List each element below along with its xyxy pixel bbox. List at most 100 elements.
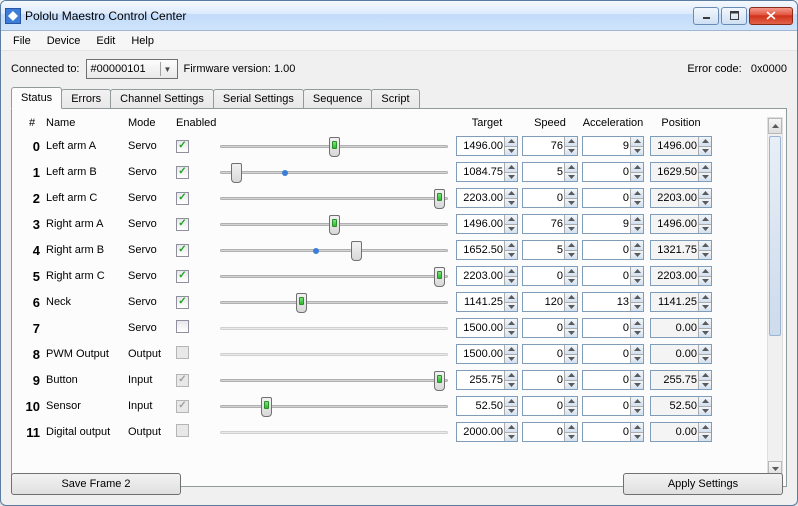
position-spinner[interactable]: 1496.00 (650, 136, 712, 156)
speed-spinner[interactable]: 76 (522, 136, 578, 156)
speed-spinner[interactable]: 5 (522, 162, 578, 182)
target-slider[interactable] (220, 160, 448, 184)
speed-spinner[interactable]: 0 (522, 422, 578, 442)
target-spinner[interactable]: 52.50 (456, 396, 518, 416)
target-spinner[interactable]: 1652.50 (456, 240, 518, 260)
speed-spinner[interactable]: 0 (522, 344, 578, 364)
enabled-checkbox[interactable] (176, 244, 189, 257)
tab-channel-settings[interactable]: Channel Settings (110, 89, 214, 108)
speed-spinner[interactable]: 76 (522, 214, 578, 234)
position-spinner[interactable]: 2203.00 (650, 188, 712, 208)
enabled-checkbox[interactable] (176, 166, 189, 179)
position-spinner[interactable]: 0.00 (650, 344, 712, 364)
tab-errors[interactable]: Errors (61, 89, 111, 108)
close-button[interactable] (749, 7, 793, 25)
tab-status[interactable]: Status (11, 87, 62, 109)
device-select-value: #00000101 (91, 63, 146, 75)
accel-spinner[interactable]: 0 (582, 240, 644, 260)
menu-edit[interactable]: Edit (88, 33, 123, 49)
device-select[interactable]: #00000101 ▼ (86, 59, 178, 79)
speed-spinner[interactable]: 0 (522, 188, 578, 208)
accel-spinner[interactable]: 0 (582, 318, 644, 338)
slider-thumb[interactable] (329, 215, 340, 235)
position-spinner[interactable]: 0.00 (650, 422, 712, 442)
minimize-button[interactable] (693, 7, 719, 25)
tab-serial-settings[interactable]: Serial Settings (213, 89, 304, 108)
header-accel: Acceleration (580, 117, 646, 129)
accel-spinner[interactable]: 0 (582, 162, 644, 182)
slider-thumb[interactable] (296, 293, 307, 313)
target-slider[interactable] (220, 186, 448, 210)
target-spinner[interactable]: 1496.00 (456, 214, 518, 234)
accel-spinner[interactable]: 0 (582, 266, 644, 286)
accel-spinner[interactable]: 0 (582, 188, 644, 208)
accel-spinner[interactable]: 0 (582, 370, 644, 390)
slider-thumb[interactable] (434, 267, 445, 287)
tab-sequence[interactable]: Sequence (303, 89, 373, 108)
target-spinner[interactable]: 2203.00 (456, 266, 518, 286)
speed-spinner[interactable]: 0 (522, 370, 578, 390)
position-spinner[interactable]: 1629.50 (650, 162, 712, 182)
target-spinner[interactable]: 255.75 (456, 370, 518, 390)
slider-thumb[interactable] (351, 241, 362, 261)
target-slider[interactable] (220, 212, 448, 236)
enabled-checkbox[interactable] (176, 270, 189, 283)
speed-spinner[interactable]: 0 (522, 266, 578, 286)
target-spinner[interactable]: 1141.25 (456, 292, 518, 312)
enabled-checkbox[interactable] (176, 140, 189, 153)
target-spinner[interactable]: 2000.00 (456, 422, 518, 442)
accel-spinner[interactable]: 9 (582, 214, 644, 234)
app-window: Pololu Maestro Control Center File Devic… (0, 0, 798, 506)
slider-thumb[interactable] (261, 397, 272, 417)
enabled-checkbox[interactable] (176, 192, 189, 205)
target-spinner[interactable]: 2203.00 (456, 188, 518, 208)
scroll-thumb[interactable] (769, 136, 781, 336)
position-spinner[interactable]: 255.75 (650, 370, 712, 390)
enabled-checkbox[interactable] (176, 296, 189, 309)
target-spinner[interactable]: 1500.00 (456, 318, 518, 338)
speed-spinner[interactable]: 0 (522, 318, 578, 338)
vertical-scrollbar[interactable] (767, 117, 783, 478)
position-spinner[interactable]: 1141.25 (650, 292, 712, 312)
save-frame-button[interactable]: Save Frame 2 (11, 473, 181, 495)
channel-row: 1Left arm BServo1084.75501629.50 (18, 159, 784, 185)
slider-thumb[interactable] (434, 371, 445, 391)
menu-help[interactable]: Help (123, 33, 162, 49)
target-slider[interactable] (220, 264, 448, 288)
target-slider[interactable] (220, 134, 448, 158)
slider-thumb[interactable] (434, 189, 445, 209)
accel-spinner[interactable]: 0 (582, 344, 644, 364)
target-slider[interactable] (220, 238, 448, 262)
target-slider[interactable] (220, 394, 448, 418)
speed-spinner[interactable]: 0 (522, 396, 578, 416)
apply-settings-button[interactable]: Apply Settings (623, 473, 783, 495)
menu-file[interactable]: File (5, 33, 39, 49)
position-spinner[interactable]: 2203.00 (650, 266, 712, 286)
position-spinner[interactable]: 0.00 (650, 318, 712, 338)
speed-spinner[interactable]: 120 (522, 292, 578, 312)
accel-spinner[interactable]: 0 (582, 396, 644, 416)
position-spinner[interactable]: 52.50 (650, 396, 712, 416)
accel-spinner[interactable]: 9 (582, 136, 644, 156)
tab-script[interactable]: Script (371, 89, 419, 108)
maximize-button[interactable] (721, 7, 747, 25)
slider-thumb[interactable] (231, 163, 242, 183)
menu-device[interactable]: Device (39, 33, 89, 49)
target-spinner[interactable]: 1500.00 (456, 344, 518, 364)
scroll-up-button[interactable] (768, 118, 782, 134)
column-headers: # Name Mode Enabled Target Speed Acceler… (18, 115, 784, 133)
target-spinner[interactable]: 1084.75 (456, 162, 518, 182)
target-spinner[interactable]: 1496.00 (456, 136, 518, 156)
target-slider[interactable] (220, 368, 448, 392)
target-slider[interactable] (220, 290, 448, 314)
slider-thumb[interactable] (329, 137, 340, 157)
accel-spinner[interactable]: 13 (582, 292, 644, 312)
window-title: Pololu Maestro Control Center (25, 9, 691, 23)
speed-spinner[interactable]: 5 (522, 240, 578, 260)
enabled-checkbox[interactable] (176, 320, 189, 333)
position-spinner[interactable]: 1321.75 (650, 240, 712, 260)
accel-spinner[interactable]: 0 (582, 422, 644, 442)
position-spinner[interactable]: 1496.00 (650, 214, 712, 234)
titlebar[interactable]: Pololu Maestro Control Center (1, 1, 797, 31)
enabled-checkbox[interactable] (176, 218, 189, 231)
